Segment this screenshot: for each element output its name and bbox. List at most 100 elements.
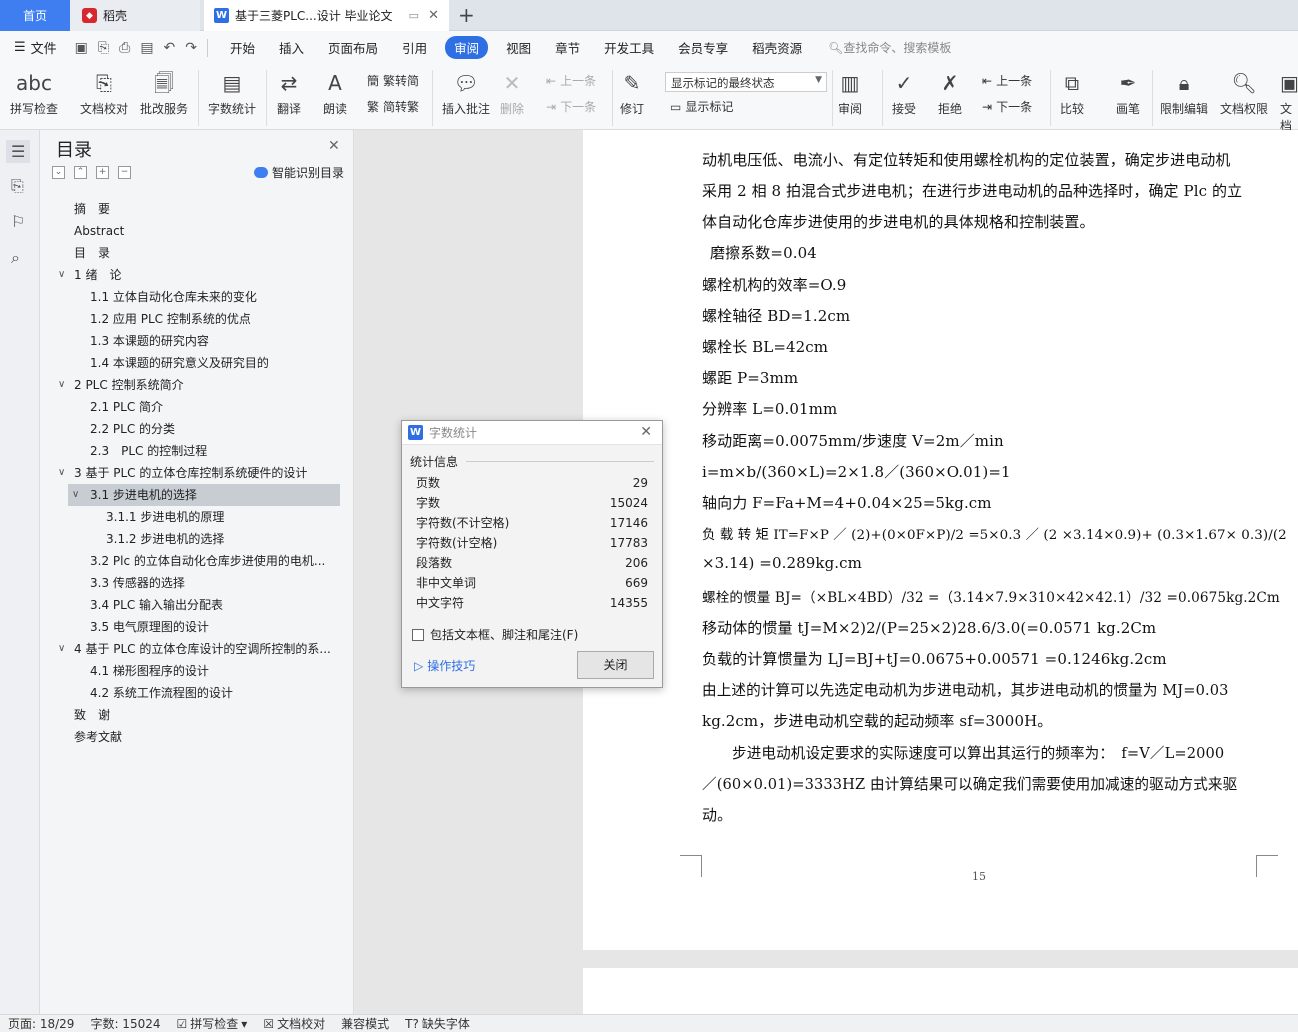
find-icon[interactable]: ⌕: [11, 248, 20, 268]
redo-icon[interactable]: ↷: [185, 40, 197, 56]
toc-item[interactable]: 致 谢: [46, 704, 346, 726]
tab-daoke-resources[interactable]: 稻壳资源: [752, 38, 802, 57]
reject-button[interactable]: ✗ 拒绝: [938, 68, 962, 117]
chevron-down-icon[interactable]: ∨: [58, 638, 65, 660]
next-comment-button[interactable]: ⇥ 下一条: [546, 98, 596, 115]
close-icon[interactable]: ✕: [640, 424, 652, 440]
toc-item[interactable]: 摘 要: [46, 198, 346, 220]
toc-item[interactable]: ∨ 3 基于 PLC 的立体仓库控制系统硬件的设计: [46, 462, 346, 484]
bookmark-icon[interactable]: ⚐: [11, 212, 25, 231]
add-tab-icon[interactable]: +: [458, 3, 475, 27]
chevron-down-icon[interactable]: ∨: [58, 374, 65, 396]
toc-item[interactable]: 3.5 电气原理图的设计: [46, 616, 346, 638]
prev-change-button[interactable]: ⇤ 上一条: [982, 72, 1032, 89]
toc-item[interactable]: 1.2 应用 PLC 控制系统的优点: [46, 308, 346, 330]
batch-service-button[interactable]: 🗐 批改服务: [140, 68, 188, 117]
missing-font-status[interactable]: T? 缺失字体: [405, 1015, 470, 1032]
preview-icon[interactable]: ▤: [140, 40, 153, 56]
toc-item[interactable]: 3.1.2 步进电机的选择: [46, 528, 346, 550]
toc-item[interactable]: Abstract: [46, 220, 346, 242]
doc-rights-button[interactable]: 🔍︎ 文档权限: [1220, 68, 1268, 117]
markup-state-select[interactable]: 显示标记的最终状态 ▼: [665, 72, 827, 92]
toc-item[interactable]: 2.2 PLC 的分类: [46, 418, 346, 440]
expand-level-icon[interactable]: ⌃: [74, 166, 87, 179]
tab-home[interactable]: 首页: [0, 0, 70, 31]
toc-item[interactable]: 2.1 PLC 简介: [46, 396, 346, 418]
next-change-button[interactable]: ⇥ 下一条: [982, 98, 1032, 115]
include-textbox-checkbox[interactable]: 包括文本框、脚注和尾注(F): [412, 626, 578, 643]
checkbox-box[interactable]: [412, 628, 424, 641]
undo-icon[interactable]: ↶: [164, 40, 176, 56]
toc-item[interactable]: ∨ 2 PLC 控制系统简介: [46, 374, 346, 396]
doc-check-status[interactable]: ☒ 文档校对: [263, 1015, 325, 1032]
expand-all-icon[interactable]: +: [96, 166, 109, 179]
toc-item[interactable]: 3.2 Plc 的立体自动化仓库步进使用的电机...: [46, 550, 346, 572]
toc-item[interactable]: 参考文献: [46, 726, 346, 748]
tab-insert[interactable]: 插入: [279, 38, 304, 57]
save-icon[interactable]: ▣: [75, 40, 88, 56]
word-count-button[interactable]: ▤ 字数统计: [208, 68, 256, 117]
accept-button[interactable]: ✓ 接受: [892, 68, 916, 117]
tab-view[interactable]: 视图: [506, 38, 531, 57]
pin-icon[interactable]: ▭: [409, 9, 419, 22]
spell-check-status[interactable]: ☑ 拼写检查 ▾: [177, 1015, 248, 1032]
chapter-icon[interactable]: ⎘: [11, 176, 24, 196]
show-marks-button[interactable]: ▭ 显示标记: [670, 98, 733, 115]
toc-item[interactable]: 4.2 系统工作流程图的设计: [46, 682, 346, 704]
compare-button[interactable]: ⧉ 比较: [1060, 68, 1084, 117]
insert-comment-button[interactable]: 💬︎ 插入批注: [442, 68, 490, 117]
toc-item[interactable]: 3.1.1 步进电机的原理: [46, 506, 346, 528]
delete-comment-button[interactable]: ✕ 删除: [500, 68, 524, 117]
toc-item[interactable]: 1.4 本课题的研究意义及研究目的: [46, 352, 346, 374]
toc-item[interactable]: ∨ 1 绪 论: [46, 264, 346, 286]
print-icon[interactable]: ⎙: [119, 40, 130, 56]
tab-document[interactable]: W 基于三菱PLC...设计 毕业论文 ▭ ✕: [204, 0, 449, 31]
close-icon[interactable]: ✕: [328, 138, 340, 154]
chevron-down-icon[interactable]: ∨: [72, 484, 79, 506]
toc-item[interactable]: 3.4 PLC 输入输出分配表: [46, 594, 346, 616]
export-icon[interactable]: ⎘: [98, 40, 109, 56]
tab-page-layout[interactable]: 页面布局: [328, 38, 378, 57]
revise-button[interactable]: ✎ 修订: [620, 68, 644, 117]
tab-chapter[interactable]: 章节: [555, 38, 580, 57]
tab-start[interactable]: 开始: [230, 38, 255, 57]
prev-comment-button[interactable]: ⇤ 上一条: [546, 72, 596, 89]
doc-check-button[interactable]: ⎘ 文档校对: [80, 68, 128, 117]
toc-item[interactable]: 4.1 梯形图程序的设计: [46, 660, 346, 682]
review-pane-button[interactable]: ▥ 审阅: [838, 68, 862, 117]
page-indicator[interactable]: 页面: 18/29: [8, 1015, 74, 1032]
tab-daoke-label: 稻壳: [103, 9, 128, 23]
file-menu[interactable]: ☰ 文件: [14, 38, 57, 57]
read-aloud-button[interactable]: A 朗读: [323, 68, 347, 117]
toc-item[interactable]: 1.3 本课题的研究内容: [46, 330, 346, 352]
tab-review[interactable]: 审阅: [445, 36, 489, 59]
chevron-down-icon[interactable]: ∨: [58, 264, 65, 286]
command-search[interactable]: 🔍︎查找命令、搜索模板: [828, 39, 951, 56]
spell-check-button[interactable]: abc 拼写检查: [10, 68, 58, 117]
tips-link[interactable]: ▷ 操作技巧: [414, 657, 475, 674]
restrict-edit-button[interactable]: 🔒︎ 限制编辑: [1160, 68, 1208, 117]
doc-extra-button[interactable]: ▣ 文档: [1280, 68, 1298, 134]
word-count-indicator[interactable]: 字数: 15024: [90, 1015, 160, 1032]
tab-member[interactable]: 会员专享: [678, 38, 728, 57]
translate-button[interactable]: ⇄ 翻译: [277, 68, 301, 117]
tab-daoke[interactable]: ◆ 稻壳: [70, 0, 200, 31]
toc-item[interactable]: 目 录: [46, 242, 346, 264]
pen-button[interactable]: ✒ 画笔: [1116, 68, 1140, 117]
toc-item[interactable]: 1.1 立体自动化仓库未来的变化: [46, 286, 346, 308]
collapse-level-icon[interactable]: ⌄: [52, 166, 65, 179]
close-icon[interactable]: ✕: [428, 8, 439, 23]
toc-item-selected[interactable]: ∨ 3.1 步进电机的选择: [68, 484, 340, 506]
toc-item[interactable]: 3.3 传感器的选择: [46, 572, 346, 594]
chevron-down-icon[interactable]: ∨: [58, 462, 65, 484]
collapse-all-icon[interactable]: −: [118, 166, 131, 179]
tab-reference[interactable]: 引用: [402, 38, 427, 57]
tab-developer[interactable]: 开发工具: [604, 38, 654, 57]
smart-toc-button[interactable]: 智能识别目录: [254, 164, 344, 181]
outline-icon[interactable]: ☰: [6, 140, 31, 163]
toc-item[interactable]: 2.3 PLC 的控制过程: [46, 440, 346, 462]
s2t-button[interactable]: 繁简转繁: [367, 98, 419, 115]
close-button[interactable]: 关闭: [577, 651, 654, 679]
toc-item[interactable]: ∨ 4 基于 PLC 的立体仓库设计的空调所控制的系...: [46, 638, 346, 660]
t2s-button[interactable]: 簡繁转简: [367, 72, 419, 89]
